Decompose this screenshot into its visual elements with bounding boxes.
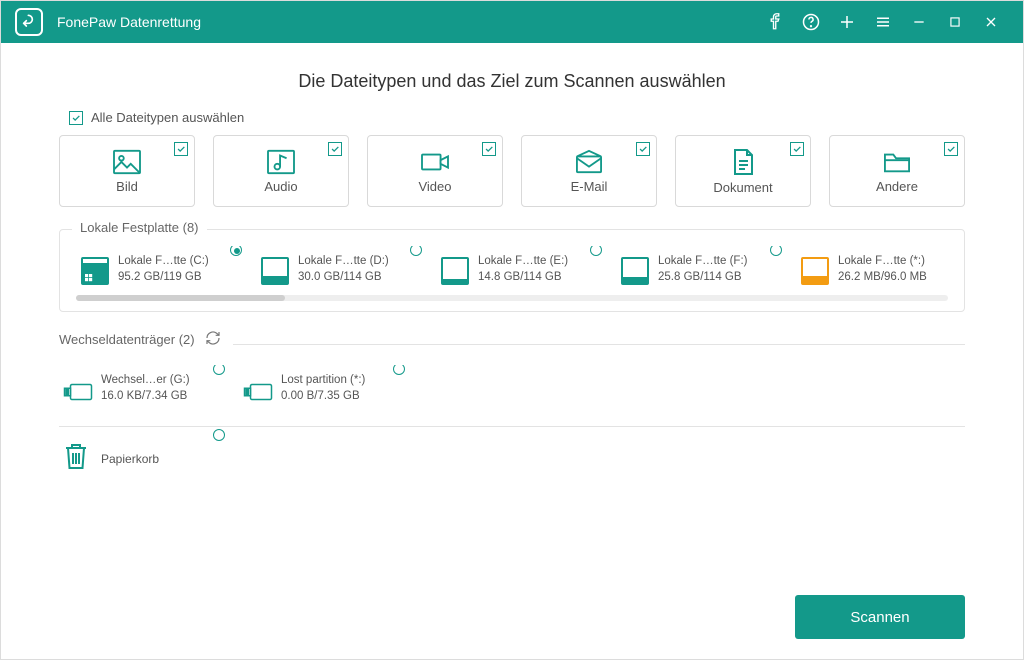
drive-radio[interactable] <box>590 246 602 256</box>
type-card-audio[interactable]: Audio <box>213 135 349 207</box>
document-icon <box>730 148 756 176</box>
hdd-icon <box>260 255 290 285</box>
removable-drives-title: Wechseldatenträger (2) <box>59 330 221 349</box>
type-card-document[interactable]: Dokument <box>675 135 811 207</box>
select-all-checkbox[interactable]: Alle Dateitypen auswählen <box>69 110 965 125</box>
removable-drive-g[interactable]: Wechsel…er (G:)16.0 KB/7.34 GB <box>59 365 229 408</box>
drive-d[interactable]: Lokale F…tte (D:)30.0 GB/114 GB <box>256 246 426 289</box>
type-label: Video <box>418 179 451 194</box>
hdd-icon <box>620 255 650 285</box>
type-card-video[interactable]: Video <box>367 135 503 207</box>
folder-icon <box>882 149 912 175</box>
type-card-email[interactable]: E-Mail <box>521 135 657 207</box>
hdd-icon <box>440 255 470 285</box>
close-button[interactable] <box>973 1 1009 43</box>
hdd-icon <box>80 255 110 285</box>
hdd-icon <box>800 255 830 285</box>
refresh-icon[interactable] <box>205 330 221 349</box>
local-drives-title: Lokale Festplatte (8) <box>72 220 207 235</box>
help-icon[interactable] <box>793 1 829 43</box>
local-drives-section: Lokale Festplatte (8) Lokale F…tte (C:)9… <box>59 229 965 312</box>
type-label: Dokument <box>713 180 772 195</box>
trash-icon <box>63 441 89 476</box>
minimize-button[interactable] <box>901 1 937 43</box>
drive-c[interactable]: Lokale F…tte (C:)95.2 GB/119 GB <box>76 246 246 289</box>
drive-star[interactable]: Lokale F…tte (*:)26.2 MB/96.0 MB <box>796 246 948 289</box>
app-logo-icon <box>15 8 43 36</box>
select-all-label: Alle Dateitypen auswählen <box>91 110 244 125</box>
type-label: E-Mail <box>571 179 608 194</box>
drive-radio[interactable] <box>213 365 225 375</box>
drive-e[interactable]: Lokale F…tte (E:)14.8 GB/114 GB <box>436 246 606 289</box>
drive-radio[interactable] <box>393 365 405 375</box>
headline: Die Dateitypen und das Ziel zum Scannen … <box>59 71 965 92</box>
drive-radio[interactable] <box>213 429 225 441</box>
app-window: FonePaw Datenrettung Die Dateitypen und … <box>0 0 1024 660</box>
drive-f[interactable]: Lokale F…tte (F:)25.8 GB/114 GB <box>616 246 786 289</box>
drive-radio[interactable] <box>230 246 242 256</box>
title-bar: FonePaw Datenrettung <box>1 1 1023 43</box>
maximize-button[interactable] <box>937 1 973 43</box>
app-title: FonePaw Datenrettung <box>57 14 201 30</box>
drive-radio[interactable] <box>770 246 782 256</box>
removable-drives-section: Wechseldatenträger (2) Wechsel…er (G:)16… <box>59 330 965 408</box>
removable-drive-lost[interactable]: Lost partition (*:)0.00 B/7.35 GB <box>239 365 409 408</box>
image-icon <box>112 149 142 175</box>
audio-icon <box>266 149 296 175</box>
type-label: Andere <box>876 179 918 194</box>
usb-icon <box>243 374 273 404</box>
usb-icon <box>63 374 93 404</box>
plus-icon[interactable] <box>829 1 865 43</box>
menu-icon[interactable] <box>865 1 901 43</box>
drive-radio[interactable] <box>410 246 422 256</box>
recycle-bin-label: Papierkorb <box>101 452 159 466</box>
video-icon <box>420 149 450 175</box>
facebook-icon[interactable] <box>757 1 793 43</box>
type-card-other[interactable]: Andere <box>829 135 965 207</box>
file-type-grid: Bild Audio Video E-Mail Dokument <box>59 135 965 207</box>
type-label: Audio <box>264 179 297 194</box>
main-panel: Die Dateitypen und das Ziel zum Scannen … <box>1 43 1023 659</box>
type-label: Bild <box>116 179 138 194</box>
email-icon <box>574 149 604 175</box>
type-card-image[interactable]: Bild <box>59 135 195 207</box>
horizontal-scrollbar[interactable] <box>76 295 948 301</box>
recycle-bin-option[interactable]: Papierkorb <box>59 435 229 482</box>
scan-button[interactable]: Scannen <box>795 595 965 639</box>
